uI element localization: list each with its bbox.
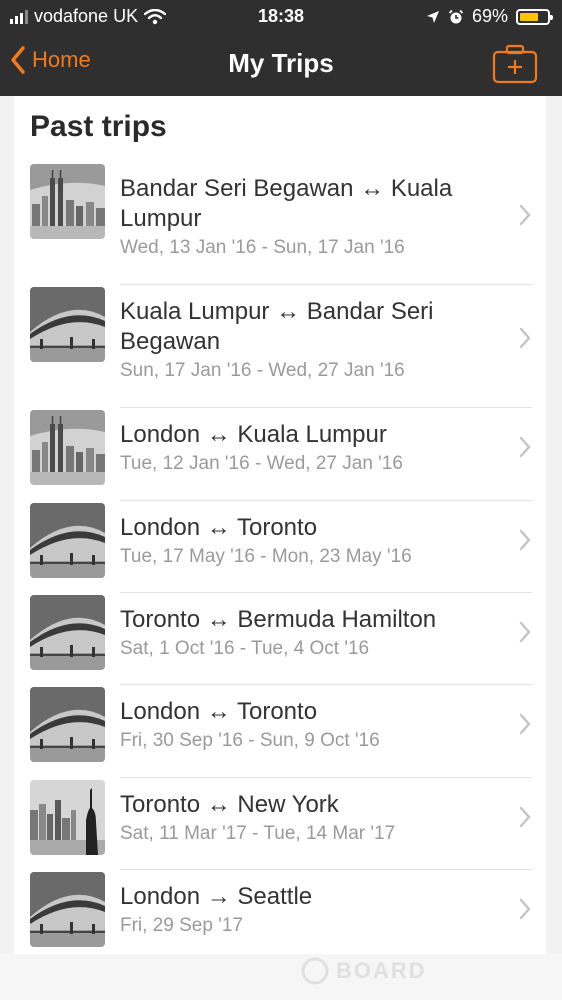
trip-row[interactable]: Bandar Seri Begawan ↔ Kuala Lumpur Wed, 1… (14, 162, 546, 285)
trip-title: London ↔ Kuala Lumpur (120, 421, 387, 448)
trip-row[interactable]: Toronto ↔ New York Sat, 11 Mar '17 - Tue,… (14, 778, 546, 870)
watermark-text: BOARD (336, 958, 427, 983)
trip-dates: Tue, 12 Jan '16 - Wed, 27 Jan '16 (120, 453, 403, 474)
chevron-right-icon (519, 529, 531, 551)
trip-dates: Wed, 13 Jan '16 - Sun, 17 Jan '16 (120, 237, 405, 258)
battery-level (520, 12, 538, 21)
battery-percent: 69% (471, 6, 508, 26)
trip-title: London ↔ Toronto (120, 514, 318, 541)
trip-title: Toronto ↔ New York (120, 791, 339, 818)
trip-row[interactable]: London ↔ Toronto Fri, 30 Sep '16 - Sun, 9… (14, 685, 546, 778)
status-bar: vodafone UK 18:38 69% (0, 0, 562, 34)
battery-icon (516, 8, 553, 25)
trip-title: London ↔ Toronto (120, 698, 318, 725)
chevron-right-icon (519, 327, 531, 349)
chevron-right-icon (519, 898, 531, 920)
top-bar: vodafone UK 18:38 69% Home My Trips (0, 0, 562, 96)
watermark: BOARD (300, 956, 427, 986)
trip-row[interactable]: London → Seattle Fri, 29 Sep '17 (14, 870, 546, 954)
navigation-bar: Home My Trips (0, 34, 562, 96)
trip-thumbnail (30, 595, 105, 670)
trip-thumbnail (30, 687, 105, 762)
trips-content: Past trips Bandar Seri Begawan ↔ Kuala L… (0, 96, 562, 954)
trip-title: Toronto ↔ Bermuda Hamilton (120, 606, 437, 633)
trip-dates: Fri, 29 Sep '17 (120, 915, 243, 936)
chevron-right-icon (519, 204, 531, 226)
trip-row[interactable]: Kuala Lumpur ↔ Bandar Seri Begawan Sun, 1… (14, 285, 546, 408)
trip-thumbnail (30, 287, 105, 362)
trip-thumbnail (30, 164, 105, 239)
alarm-clock-icon (448, 9, 464, 23)
trip-title: Bandar Seri Begawan ↔ Kuala Lumpur (120, 175, 453, 232)
trip-thumbnail (30, 872, 105, 947)
chevron-right-icon (519, 436, 531, 458)
location-arrow-icon (426, 10, 439, 23)
trip-dates: Fri, 30 Sep '16 - Sun, 9 Oct '16 (120, 730, 380, 751)
page-title: My Trips (228, 48, 334, 78)
trip-dates: Sat, 1 Oct '16 - Tue, 4 Oct '16 (120, 638, 370, 659)
trip-row[interactable]: Toronto ↔ Bermuda Hamilton Sat, 1 Oct '16… (14, 593, 546, 685)
status-right: 69% (426, 6, 553, 27)
trip-thumbnail (30, 503, 105, 578)
watermark-logo-icon (301, 957, 329, 985)
suitcase-plus-icon[interactable] (492, 44, 538, 84)
trips-sheet: Past trips Bandar Seri Begawan ↔ Kuala L… (14, 96, 546, 954)
trip-thumbnail (30, 410, 105, 485)
trip-row[interactable]: London ↔ Toronto Tue, 17 May '16 - Mon, 2… (14, 501, 546, 593)
trip-dates: Tue, 17 May '16 - Mon, 23 May '16 (120, 546, 412, 567)
trip-dates: Sun, 17 Jan '16 - Wed, 27 Jan '16 (120, 360, 405, 381)
section-title: Past trips (30, 110, 167, 143)
chevron-right-icon (519, 713, 531, 735)
trip-dates: Sat, 11 Mar '17 - Tue, 14 Mar '17 (120, 823, 396, 844)
chevron-right-icon (519, 621, 531, 643)
footer-strip (0, 954, 562, 1000)
trip-title: Kuala Lumpur ↔ Bandar Seri Begawan (120, 298, 434, 355)
trip-row[interactable]: London ↔ Kuala Lumpur Tue, 12 Jan '16 - W… (14, 408, 546, 501)
trip-title: London → Seattle (120, 883, 313, 910)
chevron-right-icon (519, 806, 531, 828)
trip-thumbnail (30, 780, 105, 855)
